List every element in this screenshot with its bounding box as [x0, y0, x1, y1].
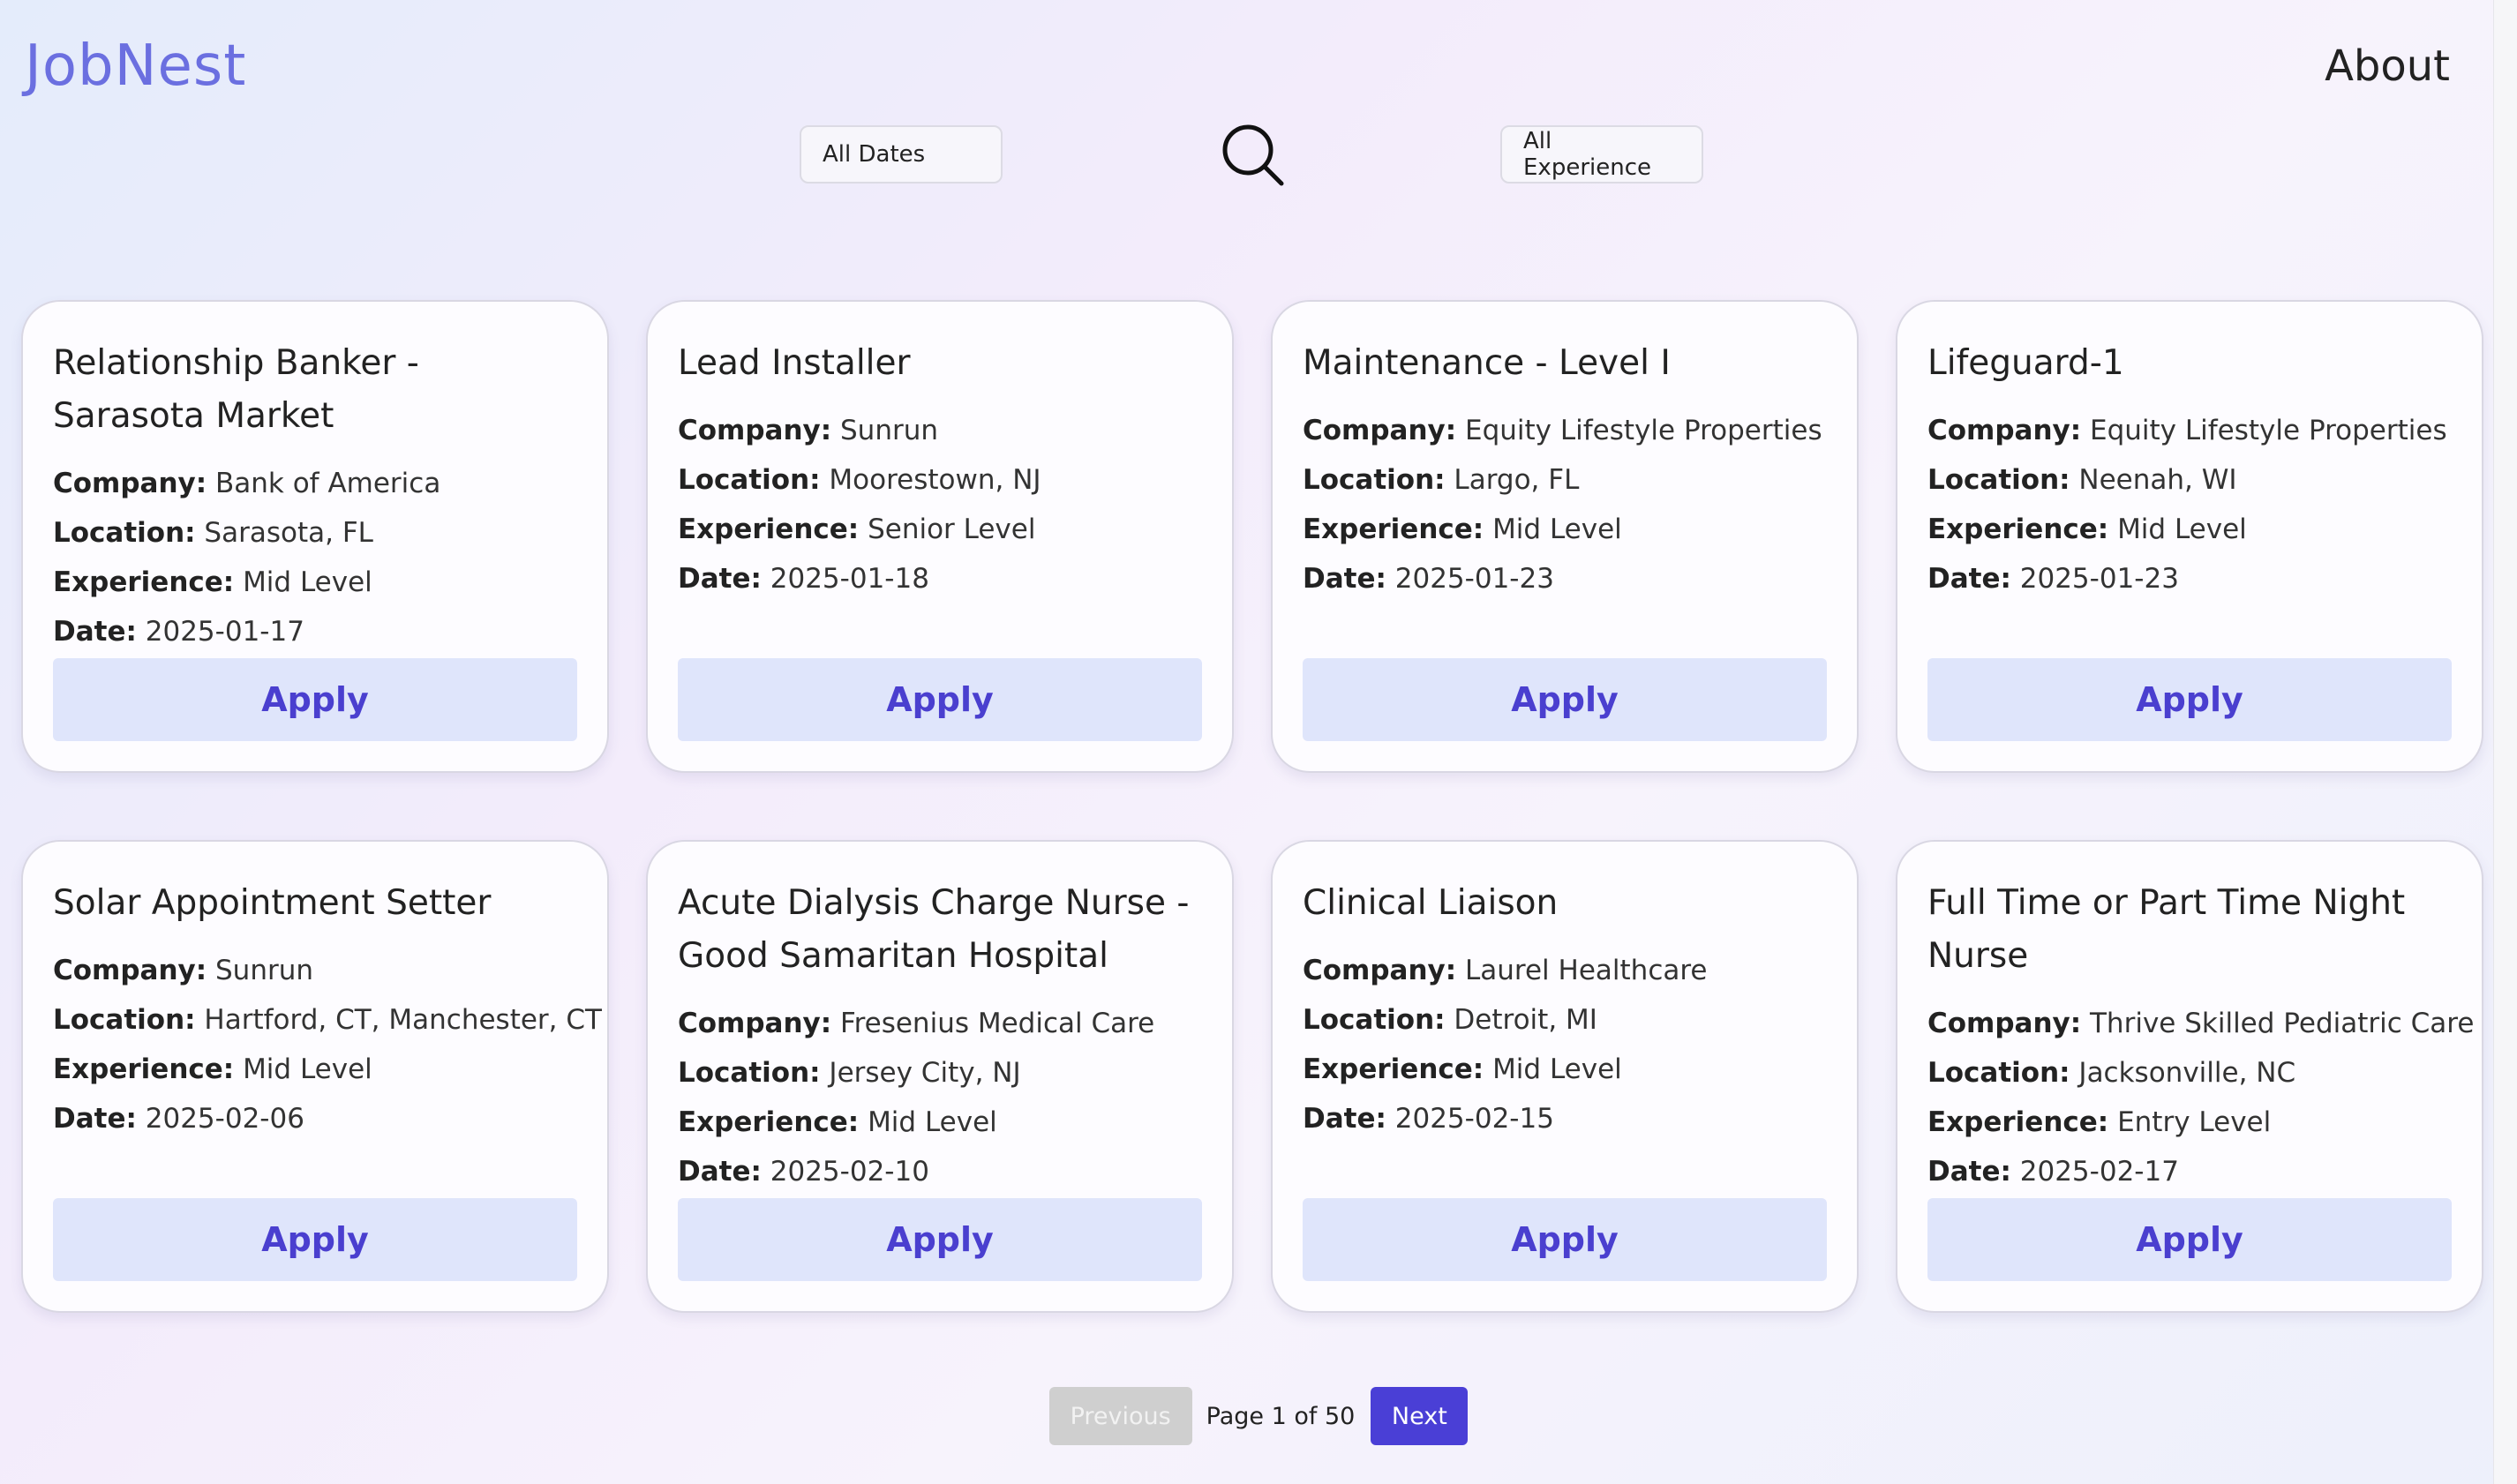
job-title: Full Time or Part Time Night Nurse — [1927, 883, 2406, 976]
job-card: Lifeguard-1 Company: Equity Lifestyle Pr… — [1896, 300, 2483, 773]
page-indicator: Page 1 of 50 — [1206, 1402, 1356, 1430]
job-experience: Experience: Mid Level — [53, 1053, 372, 1085]
scrollbar[interactable] — [2493, 0, 2517, 1484]
job-company: Company: Sunrun — [53, 955, 314, 986]
job-company: Company: Equity Lifestyle Properties — [1303, 415, 1822, 446]
logo[interactable]: JobNest — [25, 26, 246, 106]
job-company: Company: Bank of America — [53, 468, 441, 499]
date-filter-value: All Dates — [823, 141, 926, 168]
job-title: Solar Appointment Setter — [53, 883, 492, 923]
job-card: Relationship Banker - Sarasota Market Co… — [21, 300, 609, 773]
job-date: Date: 2025-02-17 — [1927, 1156, 2179, 1188]
job-title: Maintenance - Level I — [1303, 343, 1671, 383]
experience-filter-select[interactable]: All Experience — [1500, 125, 1703, 184]
apply-button[interactable]: Apply — [678, 1198, 1202, 1281]
job-experience: Experience: Mid Level — [678, 1106, 997, 1138]
job-date: Date: 2025-01-23 — [1303, 563, 1554, 595]
experience-filter-value: All Experience — [1523, 128, 1651, 181]
job-date: Date: 2025-02-15 — [1303, 1103, 1554, 1135]
job-date: Date: 2025-01-18 — [678, 563, 929, 595]
job-title: Relationship Banker - Sarasota Market — [53, 343, 419, 436]
job-card: Solar Appointment Setter Company: Sunrun… — [21, 840, 609, 1313]
job-location: Location: Largo, FL — [1303, 464, 1580, 496]
about-link[interactable]: About — [2325, 32, 2450, 101]
job-date: Date: 2025-01-23 — [1927, 563, 2179, 595]
job-location: Location: Neenah, WI — [1927, 464, 2237, 496]
job-title: Acute Dialysis Charge Nurse - Good Samar… — [678, 883, 1190, 976]
job-title: Clinical Liaison — [1303, 883, 1559, 923]
job-experience: Experience: Senior Level — [678, 513, 1036, 545]
job-card: Lead Installer Company: Sunrun Location:… — [646, 300, 1234, 773]
job-date: Date: 2025-01-17 — [53, 616, 304, 648]
job-location: Location: Detroit, MI — [1303, 1004, 1597, 1036]
job-company: Company: Fresenius Medical Care — [678, 1008, 1155, 1039]
job-title: Lifeguard-1 — [1927, 343, 2124, 383]
job-company: Company: Sunrun — [678, 415, 939, 446]
apply-button[interactable]: Apply — [53, 658, 577, 741]
job-location: Location: Hartford, CT, Manchester, CT — [53, 1004, 602, 1036]
job-location: Location: Jacksonville, NC — [1927, 1057, 2296, 1089]
job-card: Clinical Liaison Company: Laurel Healthc… — [1271, 840, 1859, 1313]
job-location: Location: Moorestown, NJ — [678, 464, 1041, 496]
apply-button[interactable]: Apply — [678, 658, 1202, 741]
job-experience: Experience: Mid Level — [1927, 513, 2247, 545]
job-card: Acute Dialysis Charge Nurse - Good Samar… — [646, 840, 1234, 1313]
job-date: Date: 2025-02-06 — [53, 1103, 304, 1135]
job-experience: Experience: Mid Level — [1303, 513, 1622, 545]
next-button[interactable]: Next — [1371, 1387, 1469, 1445]
job-company: Company: Thrive Skilled Pediatric Care — [1927, 1008, 2475, 1039]
job-title: Lead Installer — [678, 343, 911, 383]
job-company: Company: Laurel Healthcare — [1303, 955, 1708, 986]
job-location: Location: Jersey City, NJ — [678, 1057, 1021, 1089]
job-location: Location: Sarasota, FL — [53, 517, 373, 549]
search-button[interactable] — [1220, 122, 1287, 189]
search-icon — [1222, 124, 1284, 186]
job-card: Maintenance - Level I Company: Equity Li… — [1271, 300, 1859, 773]
pagination: Previous Page 1 of 50 Next — [0, 1387, 2517, 1445]
job-card: Full Time or Part Time Night Nurse Compa… — [1896, 840, 2483, 1313]
apply-button[interactable]: Apply — [1303, 1198, 1827, 1281]
job-experience: Experience: Mid Level — [1303, 1053, 1622, 1085]
apply-button[interactable]: Apply — [1303, 658, 1827, 741]
job-experience: Experience: Entry Level — [1927, 1106, 2272, 1138]
apply-button[interactable]: Apply — [1927, 658, 2452, 741]
apply-button[interactable]: Apply — [53, 1198, 577, 1281]
job-date: Date: 2025-02-10 — [678, 1156, 929, 1188]
job-company: Company: Equity Lifestyle Properties — [1927, 415, 2447, 446]
apply-button[interactable]: Apply — [1927, 1198, 2452, 1281]
date-filter-select[interactable]: All Dates — [800, 125, 1003, 184]
previous-button[interactable]: Previous — [1048, 1387, 1192, 1445]
job-experience: Experience: Mid Level — [53, 566, 372, 598]
